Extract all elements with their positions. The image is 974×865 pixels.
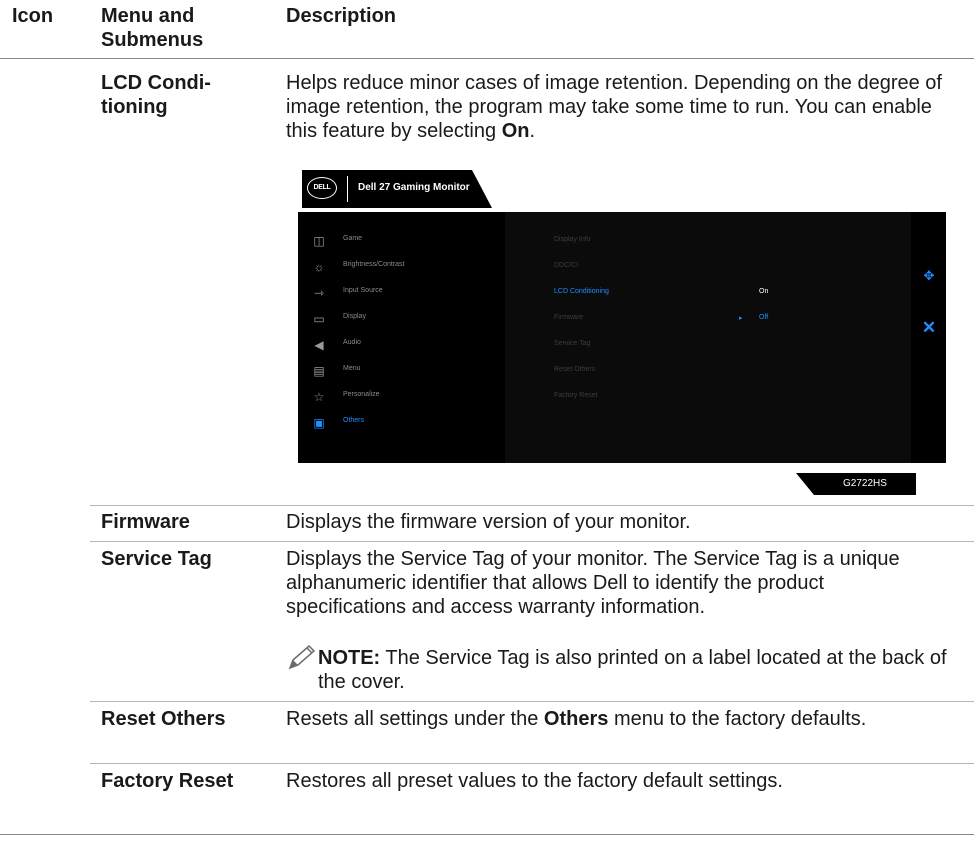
bottom-rule bbox=[0, 834, 974, 835]
desc-lcd-conditioning: Helps reduce minor cases of image retent… bbox=[286, 72, 942, 142]
game-icon: ◫ bbox=[313, 234, 325, 248]
osd-side-controls: ✥ ✕ bbox=[911, 212, 946, 463]
row-rule-lcd bbox=[90, 505, 974, 506]
osd-sub-service-tag[interactable]: Service Tag bbox=[554, 340, 590, 347]
osd-menu-game[interactable]: ◫ Game bbox=[298, 232, 505, 252]
osd-title: Dell 27 Gaming Monitor bbox=[358, 182, 470, 193]
header-menu: Menu and Submenus bbox=[101, 5, 204, 51]
osd-value-off[interactable]: Off bbox=[759, 314, 768, 321]
model-label: G2722HS bbox=[843, 478, 887, 489]
header-description: Description bbox=[286, 5, 397, 27]
close-icon[interactable]: ✕ bbox=[921, 319, 937, 336]
desc-service-tag: Displays the Service Tag of your monitor… bbox=[286, 548, 900, 618]
desc-others-bold: Others bbox=[543, 708, 609, 730]
osd-selector-arrow-icon: ▸ bbox=[739, 315, 743, 322]
header-icon: Icon bbox=[12, 5, 54, 27]
star-icon: ☆ bbox=[313, 390, 325, 404]
osd-title-bar: DELL Dell 27 Gaming Monitor bbox=[302, 170, 492, 208]
row-rule-service-tag bbox=[90, 701, 974, 702]
term-service-tag: Service Tag bbox=[101, 548, 212, 570]
desc-reset-others: Resets all settings under the Others men… bbox=[286, 708, 867, 730]
osd-menu-menu[interactable]: ▤ Menu bbox=[298, 362, 505, 382]
osd-sub-ddc-ci[interactable]: DDC/CI bbox=[554, 262, 578, 269]
osd-panel: ◫ Game ☼ Brightness/Contrast ⇾ Input Sou… bbox=[298, 212, 911, 463]
model-tab: G2722HS bbox=[796, 473, 916, 495]
desc-lcd-on: On bbox=[501, 120, 530, 142]
term-lcd-conditioning: LCD Condi-tioning bbox=[101, 72, 211, 118]
move-icon[interactable]: ✥ bbox=[921, 268, 937, 284]
note-service-tag: NOTE: The Service Tag is also printed on… bbox=[318, 647, 947, 693]
title-separator bbox=[347, 176, 348, 202]
audio-icon: ◀ bbox=[314, 338, 324, 352]
osd-submenu: Display Info DDC/CI LCD Conditioning Fir… bbox=[505, 212, 911, 463]
input-source-icon: ⇾ bbox=[313, 286, 325, 300]
term-firmware: Firmware bbox=[101, 511, 190, 533]
row-rule-firmware bbox=[90, 541, 974, 542]
osd-sub-display-info[interactable]: Display Info bbox=[554, 236, 591, 243]
desc-factory-reset: Restores all preset values to the factor… bbox=[286, 770, 783, 792]
desc-firmware: Displays the firmware version of your mo… bbox=[286, 511, 691, 533]
osd-menu-others[interactable]: ▣ Others bbox=[298, 414, 505, 434]
osd-sub-factory-reset[interactable]: Factory Reset bbox=[554, 392, 598, 399]
osd-sub-lcd-conditioning[interactable]: LCD Conditioning bbox=[554, 288, 609, 295]
row-rule-reset-others bbox=[90, 763, 974, 764]
term-reset-others: Reset Others bbox=[101, 708, 226, 730]
osd-sub-reset-others[interactable]: Reset Others bbox=[554, 366, 595, 373]
others-icon: ▣ bbox=[313, 416, 325, 430]
osd-main-menu: ◫ Game ☼ Brightness/Contrast ⇾ Input Sou… bbox=[298, 212, 505, 463]
term-factory-reset: Factory Reset bbox=[101, 770, 234, 792]
header-rule bbox=[0, 58, 974, 59]
osd-menu-display[interactable]: ▭ Display bbox=[298, 310, 505, 330]
osd-menu-input-source[interactable]: ⇾ Input Source bbox=[298, 284, 505, 304]
osd-menu-audio[interactable]: ◀ Audio bbox=[298, 336, 505, 356]
note-pencil-icon bbox=[288, 644, 316, 670]
menu-icon: ▤ bbox=[313, 364, 325, 378]
osd-value-on[interactable]: On bbox=[759, 288, 768, 295]
note-label: NOTE: bbox=[318, 647, 381, 669]
dell-logo: DELL bbox=[307, 177, 337, 199]
osd-sub-firmware[interactable]: Firmware bbox=[554, 314, 583, 321]
display-icon: ▭ bbox=[313, 312, 325, 326]
osd-menu-personalize[interactable]: ☆ Personalize bbox=[298, 388, 505, 408]
osd-screenshot: DELL Dell 27 Gaming Monitor ◫ Game ☼ Bri… bbox=[298, 170, 946, 495]
brightness-icon: ☼ bbox=[313, 260, 325, 274]
osd-menu-brightness-contrast[interactable]: ☼ Brightness/Contrast bbox=[298, 258, 505, 278]
